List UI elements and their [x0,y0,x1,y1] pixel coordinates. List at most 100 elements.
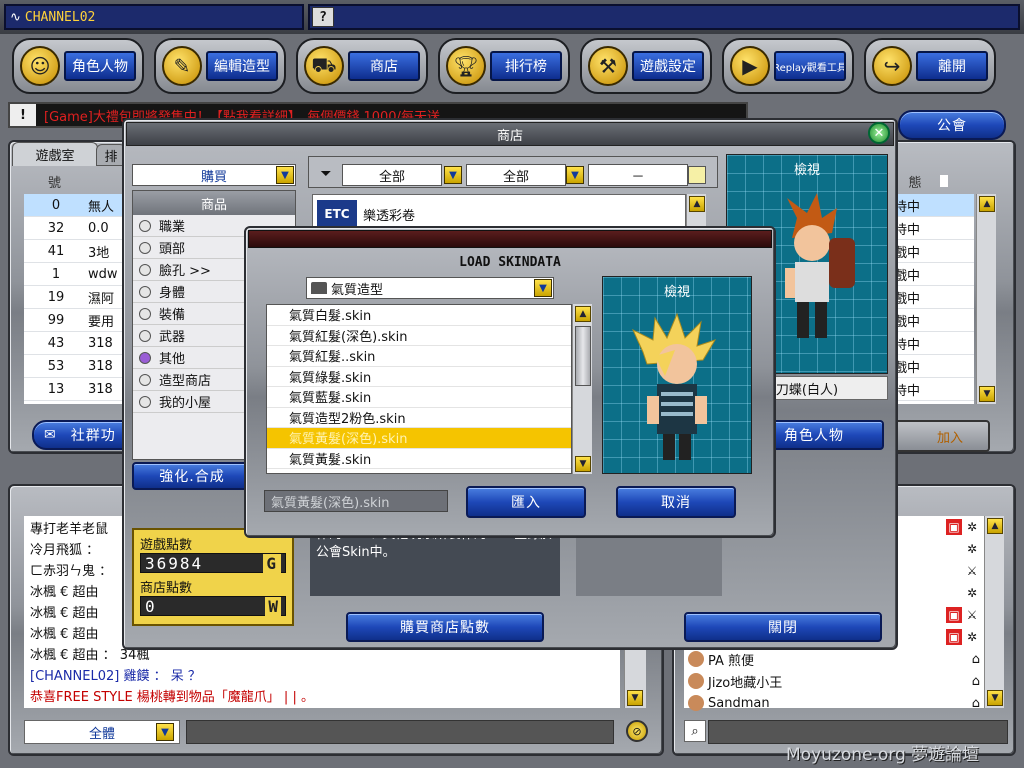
folder-chevron-down-icon[interactable]: ▼ [534,279,552,297]
channel-wave-icon: ∿ [10,9,21,25]
shop-mode-select[interactable]: 購買 [132,164,296,186]
filter-category-select[interactable]: 全部 [342,164,442,186]
nav-button-6[interactable]: ↪ 離開 [864,38,996,94]
status-toggle-icon[interactable] [939,175,948,187]
nav-button-4[interactable]: ⚒ 遊戲設定 [580,38,712,94]
filter1-chevron-down-icon[interactable]: ▼ [444,166,462,184]
table-row[interactable]: 1 wdw [24,263,132,286]
close-icon[interactable]: ✕ [868,122,890,144]
radio-icon [139,395,151,408]
filter-sort-select[interactable]: － [588,164,688,186]
nav-button-label: 遊戲設定 [632,51,704,81]
nav-button-1[interactable]: ✎ 編輯造型 [154,38,286,94]
table-row[interactable]: 43 318 [24,332,132,355]
nav-button-label: 離開 [916,51,988,81]
table-row[interactable]: 53 318 [24,355,132,378]
scroll-up-icon[interactable]: ▲ [979,196,995,212]
table-row[interactable]: 32 0.0 [24,217,132,240]
help-bar: ? [308,4,1020,30]
nav-button-5[interactable]: ▶ Replay觀看工具 [722,38,854,94]
skin-file-item[interactable]: 氣質紅髮..skin [267,346,571,367]
folder-icon [311,282,327,294]
room-name: 無人 [88,199,115,215]
table-row[interactable]: 99 要用 [24,309,132,332]
skin-file-item[interactable]: 氣質黃髮(深色).skin [267,428,571,449]
category-header: 商品 [133,191,295,215]
gear-icon: ✲ [966,586,978,600]
skin-file-item[interactable]: 氣質綠髮.skin [267,367,571,387]
room-number: 32 [47,220,65,236]
chevron-down-icon[interactable]: ▼ [156,723,174,741]
item-scroll-up-icon[interactable]: ▲ [689,196,705,212]
room-number: 1 [51,266,61,282]
list-item[interactable]: Jizo地藏小王 ⌂ [684,670,984,692]
radio-icon [139,219,151,232]
send-icon[interactable]: ⊘ [626,720,648,742]
skin-file-item[interactable]: 氣質紅髮(深色).skin [267,326,571,346]
mode-chevron-down-icon[interactable]: ▼ [276,166,294,184]
shop-points-value-box: 0 W [140,596,286,616]
selected-file-field[interactable]: 氣質黃髮(深色).skin [264,490,448,512]
radio-icon [139,351,151,364]
shop-points-title: 商店點數 [140,581,193,596]
help-icon[interactable]: ? [312,7,334,27]
room-name: 318 [88,381,113,397]
list-item[interactable]: PA 煎便 ⌂ [684,648,984,670]
cancel-button[interactable]: 取消 [616,486,736,518]
gear-icon: ✲ [966,630,978,644]
file-scroll-up-icon[interactable]: ▲ [575,306,591,322]
folder-select[interactable]: 氣質造型 [306,277,554,299]
file-scroll-down-icon[interactable]: ▼ [575,456,591,472]
nav-button-2[interactable]: ⛟ 商店 [296,38,428,94]
chat-scroll-down-icon[interactable]: ▼ [627,690,643,706]
file-scroll-thumb[interactable] [575,326,591,386]
skin-file-item[interactable]: 氣質藍髮.skin [267,387,571,408]
skin-file-item[interactable]: 氣質黑髮.skin [267,469,571,473]
user-scroll-down-icon[interactable]: ▼ [987,690,1003,706]
user-scrollbar[interactable]: ▲ ▼ [984,516,1004,708]
filter2-chevron-down-icon[interactable]: ▼ [566,166,584,184]
lobby-col-no: 號 [48,175,62,191]
filter3-toggle-icon[interactable] [688,166,706,184]
guild-button[interactable]: 公會 [898,110,1006,140]
camera-icon: ▶ [730,46,770,86]
table-row[interactable]: 0 無人 [24,194,132,217]
list-item[interactable]: Sandman ⌂ [684,692,984,714]
radio-icon [139,285,151,298]
nav-button-label: 編輯造型 [206,51,278,81]
skin-file-item[interactable]: 氣質白髮.skin [267,305,571,326]
table-row[interactable]: 41 3地 [24,240,132,263]
sword-icon: ⚔ [966,608,978,622]
room-number: 13 [47,381,65,397]
chat-input[interactable] [186,720,614,744]
shop-points-value: 0 [145,596,155,616]
shop-close-button[interactable]: 關閉 [684,612,882,642]
filter-type-select[interactable]: 全部 [466,164,566,186]
table-row[interactable]: 19 濕阿 [24,286,132,309]
category-label: 武器 [159,330,186,345]
skin-file-item[interactable]: 氣質黃髮.skin [267,449,571,469]
tab-game-room[interactable]: 遊戲室 [12,142,98,166]
user-scroll-up-icon[interactable]: ▲ [987,518,1003,534]
nav-button-3[interactable]: 🏆︎ 排行榜 [438,38,570,94]
room-status: 待中 [888,378,974,401]
lobby-col-status-label: 態 [908,175,922,191]
item-tag-icon: ETC [317,200,357,228]
points-value-box: 36984 G [140,553,286,573]
scroll-down-icon[interactable]: ▼ [979,386,995,402]
house-icon: ⌂ [971,651,980,667]
gear-icon: ✲ [966,520,978,534]
upgrade-button[interactable]: 強化.合成 [132,462,252,490]
lobby-scrollbar[interactable]: ▲ ▼ [976,194,996,404]
table-row[interactable]: 13 318 [24,378,132,401]
import-button[interactable]: 匯入 [466,486,586,518]
search-icon[interactable]: ⌕ [684,720,706,742]
buy-shop-points-button[interactable]: 購買商店點數 [346,612,544,642]
user-avatar-icon [688,673,704,689]
file-list-scrollbar[interactable]: ▲ ▼ [572,304,592,474]
channel-title-box: ∿ CHANNEL02 [4,4,304,30]
nav-button-0[interactable]: ☺ 角色人物 [12,38,144,94]
filter-icon: ⏷ [320,166,332,182]
user-name: Sandman [708,695,770,711]
skin-file-item[interactable]: 氣質造型2粉色.skin [267,408,571,428]
